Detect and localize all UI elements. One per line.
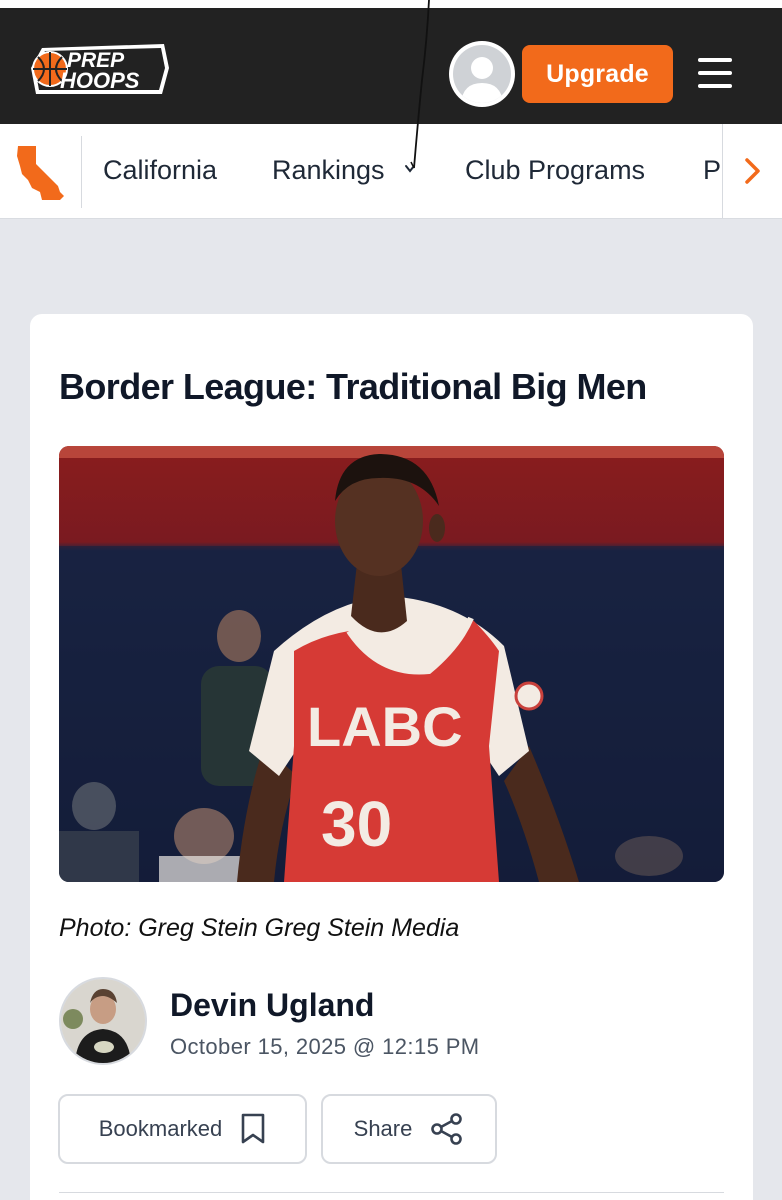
svg-text:LABC: LABC <box>307 695 463 758</box>
bookmark-button-label: Bookmarked <box>98 1116 223 1141</box>
user-avatar-button[interactable] <box>449 41 515 107</box>
article-title: Border League: Traditional Big Men <box>59 366 647 407</box>
california-state-icon[interactable] <box>14 144 66 202</box>
article-photo[interactable]: LABC 30 <box>59 446 724 882</box>
bookmark-button[interactable]: Bookmarked <box>58 1094 307 1164</box>
nav-item-california[interactable]: California <box>103 154 217 186</box>
prep-hoops-logo[interactable]: PREP HOOPS <box>28 38 173 100</box>
section-divider <box>59 1192 724 1193</box>
publish-date: October 15, 2025 @ 12:15 PM <box>170 1034 480 1059</box>
section-nav: California Rankings Club Programs P <box>0 124 782 219</box>
photo-caption: Photo: Greg Stein Greg Stein Media <box>59 914 460 942</box>
nav-divider <box>81 136 82 208</box>
chevron-down-icon <box>405 165 415 173</box>
top-strip <box>0 0 782 8</box>
nav-item-club-programs[interactable]: Club Programs <box>465 154 645 186</box>
bookmark-icon <box>241 1113 265 1144</box>
author-name[interactable]: Devin Ugland <box>170 987 374 1024</box>
chevron-right-icon <box>744 158 760 184</box>
svg-text:30: 30 <box>321 788 392 860</box>
share-button-label: Share <box>353 1116 413 1141</box>
nav-item-rankings[interactable]: Rankings <box>272 154 385 186</box>
share-icon <box>431 1113 463 1145</box>
nav-scroll-right-button[interactable] <box>722 124 782 218</box>
share-button[interactable]: Share <box>321 1094 497 1164</box>
site-header: PREP HOOPS Upgrade <box>0 8 782 124</box>
upgrade-button[interactable]: Upgrade <box>522 45 673 103</box>
default-avatar-icon <box>453 45 511 103</box>
author-avatar[interactable] <box>59 977 147 1065</box>
hamburger-menu-icon[interactable] <box>696 58 736 90</box>
svg-text:HOOPS: HOOPS <box>60 68 140 93</box>
